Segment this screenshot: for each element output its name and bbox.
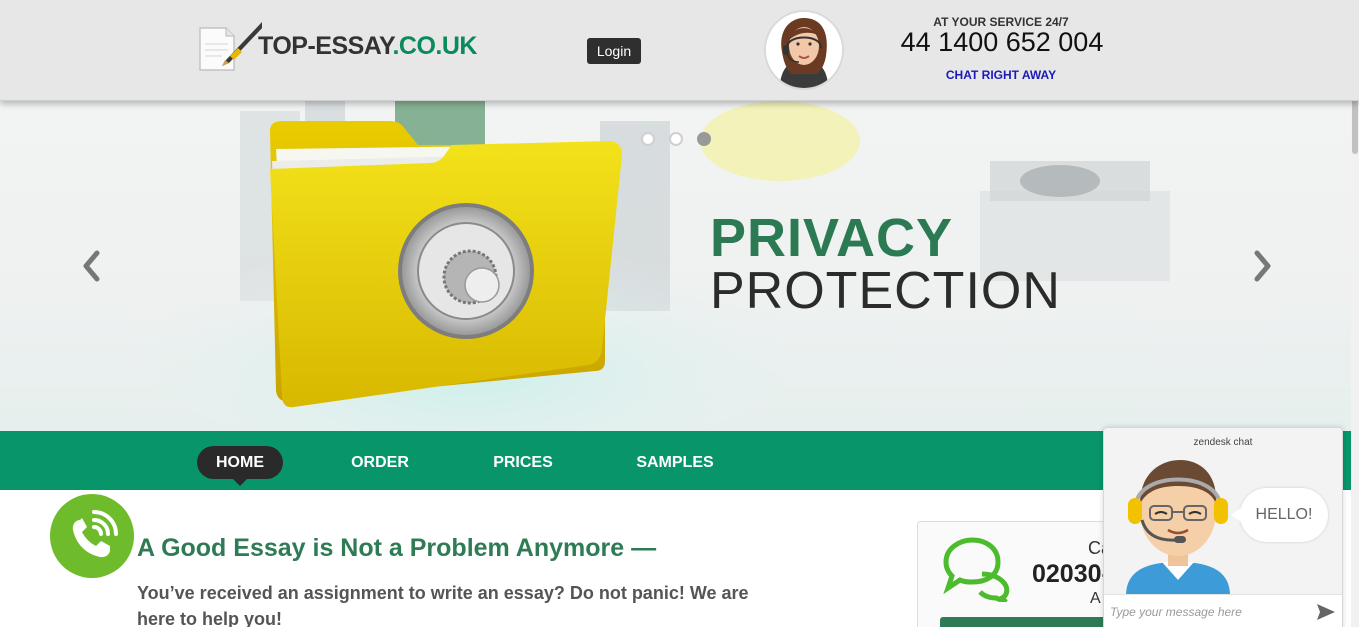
nav-prices[interactable]: PRICES bbox=[483, 446, 563, 479]
slider-dot[interactable] bbox=[641, 132, 655, 146]
intro-text: You’ve received an assignment to write a… bbox=[137, 583, 749, 627]
slide-background-illustration bbox=[140, 101, 1170, 431]
hero-slider: PRIVACY PROTECTION bbox=[0, 101, 1359, 431]
chat-bubbles-icon bbox=[940, 536, 1016, 607]
slide-title-secondary: PROTECTION bbox=[710, 262, 1061, 320]
header-phone-number[interactable]: 44 1400 652 004 bbox=[897, 27, 1107, 58]
logo-main: TOP-ESSAY bbox=[258, 31, 393, 60]
side-availability: A bbox=[1090, 590, 1101, 607]
slide-title-primary: PRIVACY bbox=[710, 208, 954, 268]
chat-agent-avatar bbox=[1118, 446, 1238, 601]
logo-text: TOP-ESSAY.CO.UK bbox=[258, 32, 477, 61]
chat-greeting-bubble: HELLO! bbox=[1231, 488, 1328, 542]
chat-message-input[interactable] bbox=[1110, 602, 1300, 622]
support-agent-avatar[interactable] bbox=[766, 12, 842, 88]
login-button[interactable]: Login bbox=[587, 38, 641, 64]
nav-samples[interactable]: SAMPLES bbox=[630, 446, 720, 479]
slider-dot[interactable] bbox=[669, 132, 683, 146]
slider-dot-active[interactable] bbox=[697, 132, 711, 146]
site-header: TOP-ESSAY.CO.UK Login AT YOUR SERVICE 24… bbox=[0, 0, 1359, 101]
phone-call-icon[interactable] bbox=[50, 494, 134, 578]
nav-home[interactable]: HOME bbox=[197, 446, 283, 486]
side-phone-number[interactable]: 02030- bbox=[1032, 560, 1110, 589]
main-headline: A Good Essay is Not a Problem Anymore — bbox=[137, 534, 657, 562]
paper-quill-icon bbox=[196, 20, 264, 72]
zendesk-chat-widget[interactable]: zendesk chat HELLO! bbox=[1103, 427, 1343, 627]
slider-dots bbox=[641, 132, 711, 146]
chat-right-away-link[interactable]: CHAT RIGHT AWAY bbox=[900, 68, 1102, 82]
chevron-left-icon[interactable] bbox=[80, 249, 102, 290]
site-logo[interactable]: TOP-ESSAY.CO.UK bbox=[196, 20, 477, 72]
chevron-right-icon[interactable] bbox=[1252, 249, 1274, 290]
logo-tld: .CO.UK bbox=[392, 31, 477, 60]
chat-input-row bbox=[1104, 594, 1342, 627]
send-icon[interactable] bbox=[1316, 603, 1336, 621]
nav-order[interactable]: ORDER bbox=[340, 446, 420, 479]
page: TOP-ESSAY.CO.UK Login AT YOUR SERVICE 24… bbox=[0, 0, 1359, 627]
